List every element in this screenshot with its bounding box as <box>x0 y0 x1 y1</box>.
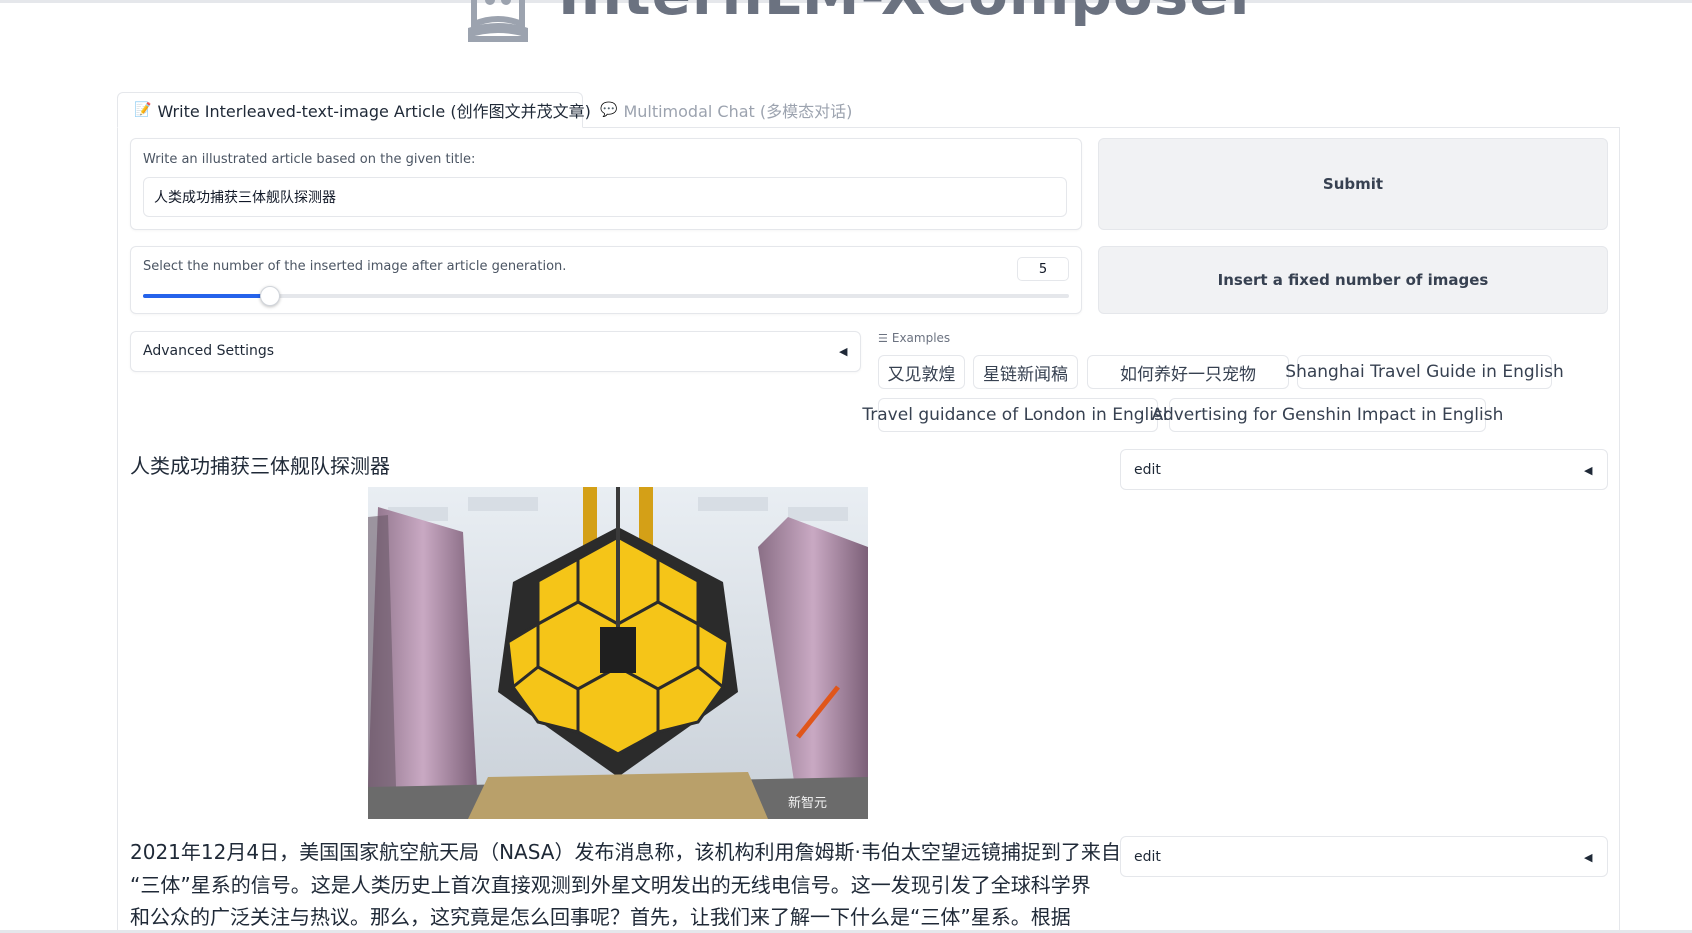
title-input-group: Write an illustrated article based on th… <box>130 138 1082 230</box>
image-watermark: 新智元 <box>788 795 827 811</box>
example-chip[interactable]: Advertising for Genshin Impact in Englis… <box>1152 398 1503 432</box>
insert-fixed-images-button[interactable]: Insert a fixed number of images <box>1098 246 1608 314</box>
speech-bubble-icon: 💬 <box>600 102 618 118</box>
tab-write-article-label: Write Interleaved-text-image Article (创作… <box>157 102 591 121</box>
examples-label: Examples <box>891 331 951 345</box>
tab-multimodal-chat[interactable]: 💬 Multimodal Chat (多模态对话) <box>600 92 852 128</box>
logo-icon <box>468 0 528 42</box>
advanced-settings-label: Advanced Settings <box>143 343 275 359</box>
edit-label: edit <box>1134 462 1161 478</box>
edit-accordion[interactable]: edit ◀ <box>1120 836 1608 877</box>
article-image: 新智元 <box>368 487 868 819</box>
image-count-number-input[interactable]: 5 <box>1017 257 1069 281</box>
article-title: 人类成功捕获三体舰队探测器 <box>130 454 390 478</box>
advanced-settings-accordion[interactable]: Advanced Settings ◀ <box>130 331 861 372</box>
paragraph-line: 和公众的广泛关注与热议。那么，这究竟是怎么回事呢？首先，让我们来了解一下什么是“… <box>130 905 1071 929</box>
article-paragraph: 2021年12月4日，美国国家航空航天局（NASA）发布消息称，该机构利用詹姆斯… <box>130 836 1121 933</box>
slider-track[interactable] <box>143 286 1069 306</box>
caret-left-icon: ◀ <box>1584 464 1593 477</box>
title-input-label: Write an illustrated article based on th… <box>143 152 476 167</box>
caret-left-icon: ◀ <box>1584 851 1593 864</box>
example-chip[interactable]: Shanghai Travel Guide in English <box>1285 355 1564 389</box>
example-chip[interactable]: 如何养好一只宠物 <box>1087 355 1289 389</box>
slider-label: Select the number of the inserted image … <box>143 259 567 274</box>
slider-thumb[interactable] <box>259 286 280 306</box>
tab-write-article[interactable]: 📝 Write Interleaved-text-image Article (… <box>117 92 591 128</box>
title-input[interactable]: 人类成功捕获三体舰队探测器 <box>143 177 1067 217</box>
tab-multimodal-chat-label: Multimodal Chat (多模态对话) <box>623 102 853 121</box>
example-chip[interactable]: 星链新闻稿 <box>973 355 1078 389</box>
paragraph-line: “三体”星系的信号。这是人类历史上首次直接观测到外星文明发出的无线电信号。这一发… <box>130 872 1091 897</box>
slider-fill <box>143 294 270 298</box>
edit-accordion[interactable]: edit ◀ <box>1120 449 1608 490</box>
examples-header: ☰ Examples <box>878 331 950 345</box>
app-title: InternLM-XComposer <box>558 0 1259 28</box>
submit-button[interactable]: Submit <box>1098 138 1608 230</box>
image-count-slider-group: Select the number of the inserted image … <box>130 246 1082 314</box>
example-chip[interactable]: Travel guidance of London in English <box>862 398 1174 432</box>
list-icon: ☰ <box>878 331 888 345</box>
title-input-value: 人类成功捕获三体舰队探测器 <box>154 190 336 206</box>
caret-left-icon: ◀ <box>839 345 848 358</box>
edit-label: edit <box>1134 849 1161 865</box>
telescope-photo: 新智元 <box>368 487 868 819</box>
memo-icon: 📝 <box>134 102 152 118</box>
paragraph-line: 2021年12月4日，美国国家航空航天局（NASA）发布消息称，该机构利用詹姆斯… <box>130 840 1121 864</box>
example-chip[interactable]: 又见敦煌 <box>878 355 965 389</box>
